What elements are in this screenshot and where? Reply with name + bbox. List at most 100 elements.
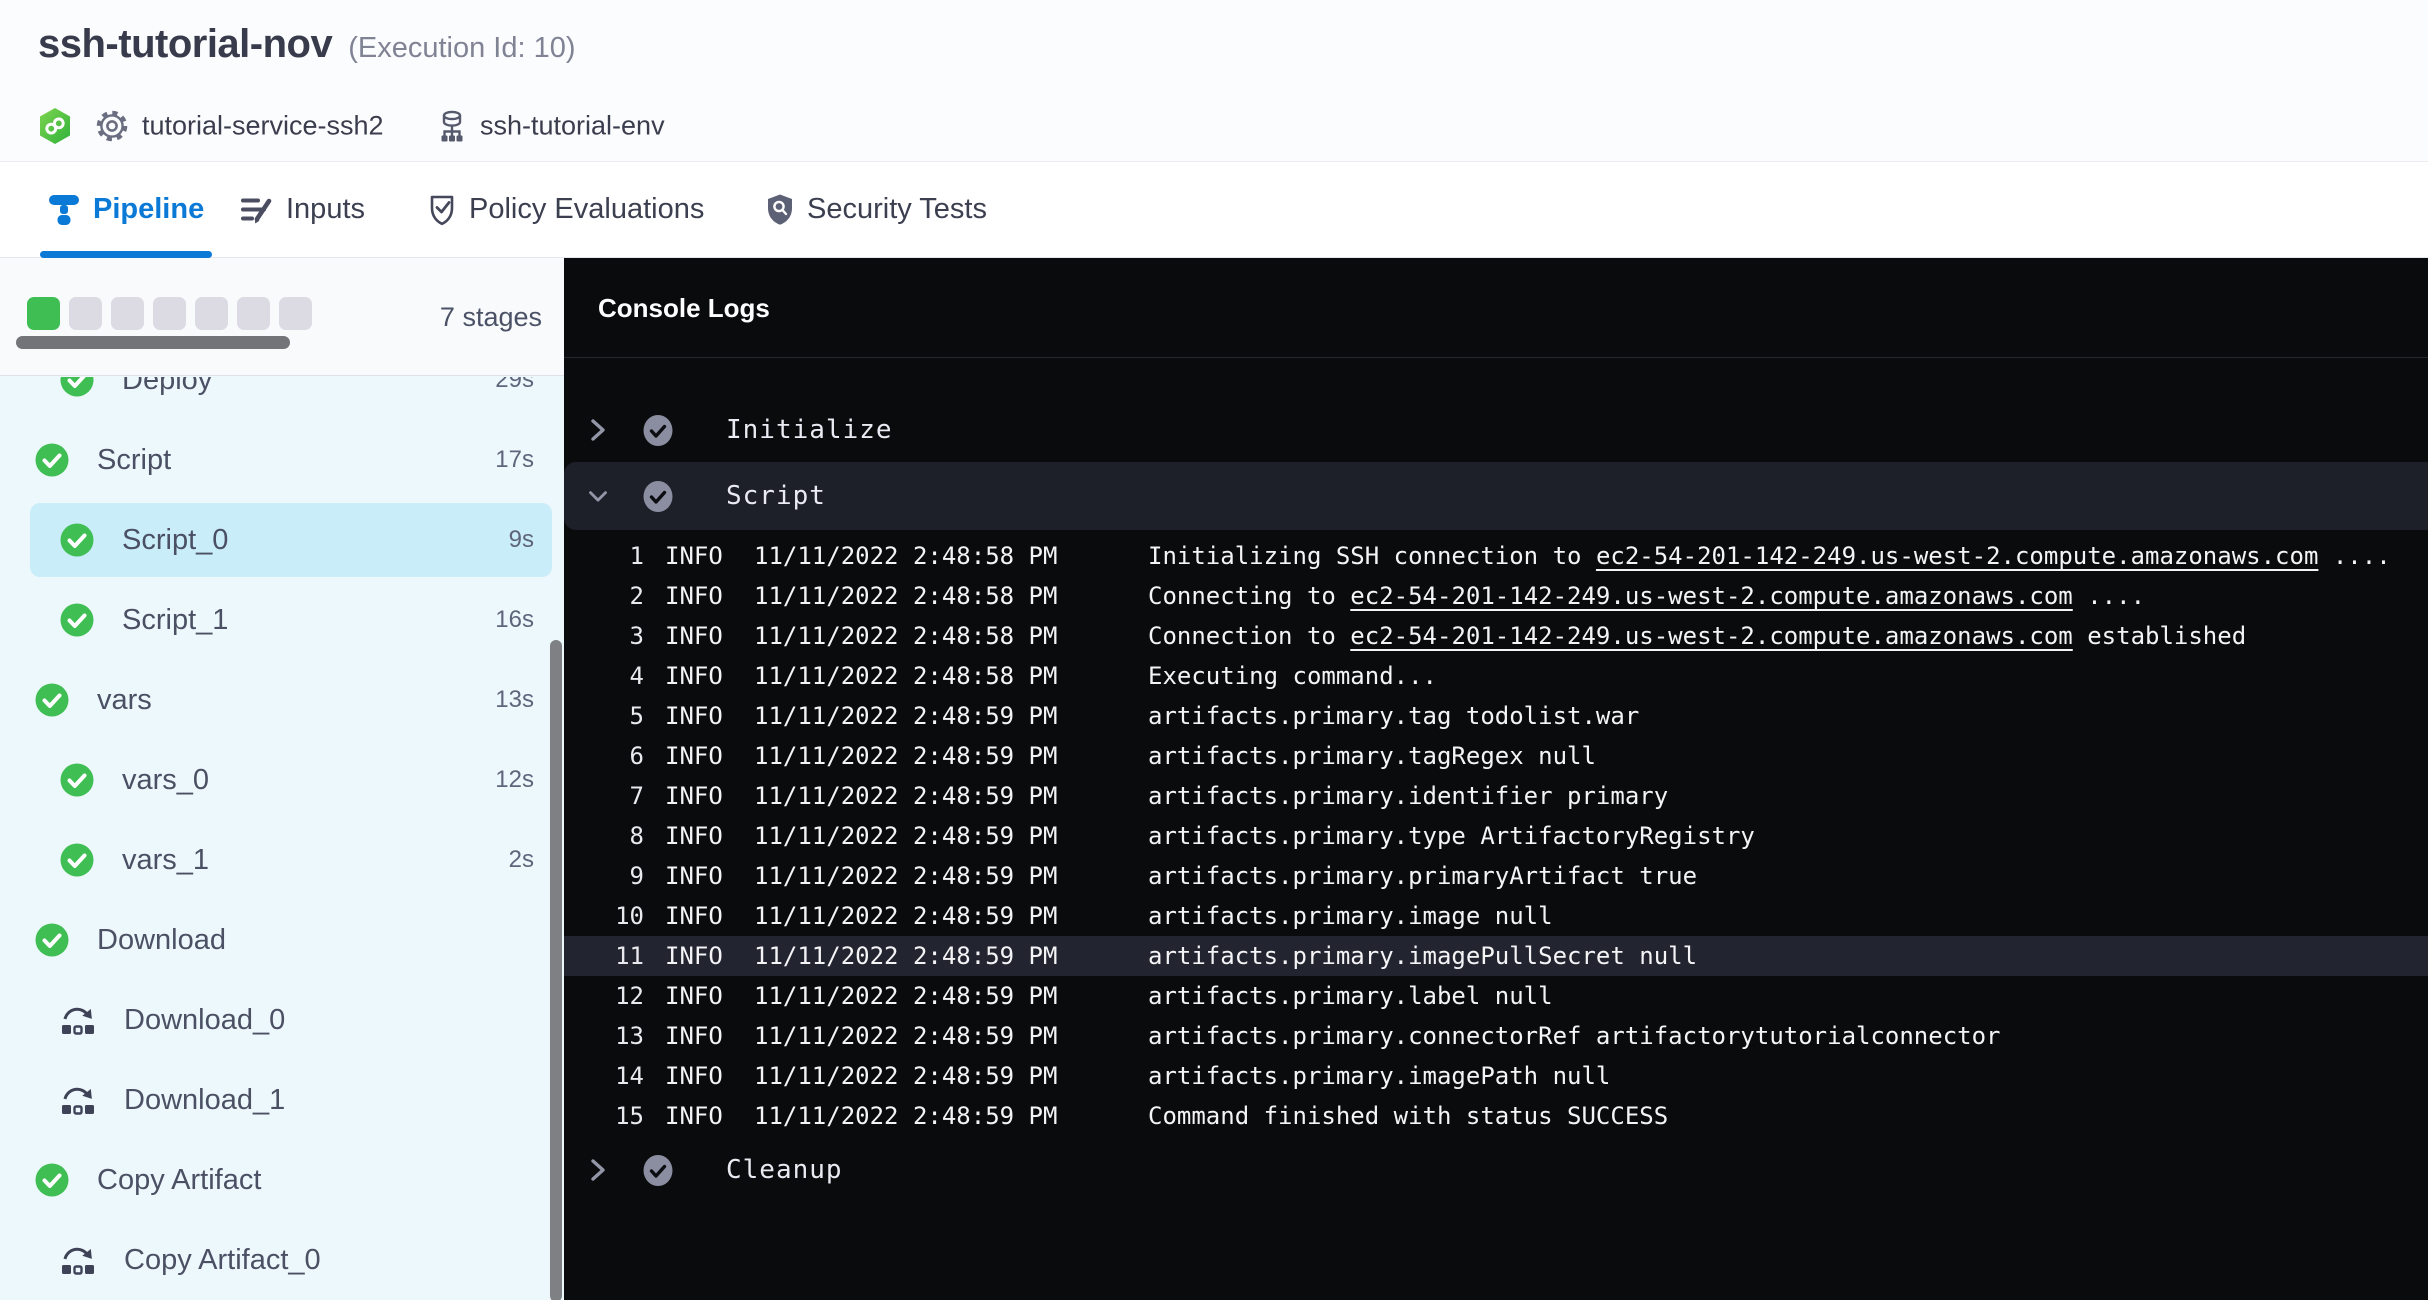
console-log-line-3: 3 INFO 11/11/2022 2:48:58 PM Connection … <box>564 616 2428 656</box>
log-message: artifacts.primary.tagRegex null <box>1148 742 2428 770</box>
stage-row-label: Script_0 <box>122 524 228 557</box>
log-message: Initializing SSH connection to ec2-54-20… <box>1148 542 2428 570</box>
horizontal-scrollbar[interactable] <box>16 336 290 349</box>
log-link[interactable]: ec2-54-201-142-249.us-west-2.compute.ama… <box>1350 582 2072 610</box>
tab-pipeline[interactable]: Pipeline <box>48 162 204 257</box>
stage-row-label: Copy Artifact <box>97 1164 261 1197</box>
console-log-line-8: 8 INFO 11/11/2022 2:48:59 PM artifacts.p… <box>564 816 2428 856</box>
log-level: INFO <box>644 782 754 810</box>
stage-row-highlight <box>30 377 552 417</box>
log-link[interactable]: ec2-54-201-142-249.us-west-2.compute.ama… <box>1350 622 2072 650</box>
console-log-line-14: 14 INFO 11/11/2022 2:48:59 PM artifacts.… <box>564 1056 2428 1096</box>
log-line-number: 6 <box>564 742 644 770</box>
log-message: artifacts.primary.identifier primary <box>1148 782 2428 810</box>
execution-meta-row: tutorial-service-ssh2 ssh-tutorial-env <box>38 104 938 148</box>
log-timestamp: 11/11/2022 2:48:58 PM <box>754 622 1148 650</box>
log-text: artifacts.primary.imagePullSecret null <box>1148 942 1697 970</box>
log-level: INFO <box>644 622 754 650</box>
log-text: Executing command... <box>1148 662 1437 690</box>
log-line-number: 12 <box>564 982 644 1010</box>
pipeline-icon <box>48 193 80 227</box>
stage-row-vars-0[interactable]: vars_0 12s <box>0 740 564 820</box>
stage-row-copy-artifact[interactable]: Copy Artifact <box>0 1140 564 1220</box>
log-line-number: 15 <box>564 1102 644 1130</box>
success-check-icon <box>35 443 69 477</box>
console-log-line-1: 1 INFO 11/11/2022 2:48:58 PM Initializin… <box>564 536 2428 576</box>
success-check-icon <box>60 377 94 397</box>
console-log-line-10: 10 INFO 11/11/2022 2:48:59 PM artifacts.… <box>564 896 2428 936</box>
log-timestamp: 11/11/2022 2:48:59 PM <box>754 1062 1148 1090</box>
log-level: INFO <box>644 542 754 570</box>
stages-sidebar: 7 stages Deploy 29s Script 17s Script_0 … <box>0 258 564 1300</box>
log-text: established <box>2073 622 2246 650</box>
chevron-right-icon <box>588 1158 608 1182</box>
service-name: tutorial-service-ssh2 <box>142 111 384 142</box>
stage-row-download-0[interactable]: Download_0 <box>0 980 564 1060</box>
stage-row-label: Script_1 <box>122 604 228 637</box>
log-text: .... <box>2318 542 2390 570</box>
stage-row-duration: 29s <box>495 377 534 394</box>
gear-icon <box>96 110 128 142</box>
log-link[interactable]: ec2-54-201-142-249.us-west-2.compute.ama… <box>1596 542 2318 570</box>
console-section-name: Cleanup <box>726 1155 843 1185</box>
log-timestamp: 11/11/2022 2:48:58 PM <box>754 582 1148 610</box>
section-expand-toggle[interactable] <box>588 486 608 506</box>
log-level: INFO <box>644 582 754 610</box>
console-section-initialize[interactable]: Initialize <box>564 410 2428 450</box>
console-panel: Console Logs Initialize Script Cleanup1 … <box>564 258 2428 1300</box>
log-timestamp: 11/11/2022 2:48:59 PM <box>754 782 1148 810</box>
stage-row-download-1[interactable]: Download_1 <box>0 1060 564 1140</box>
tab-security-tests[interactable]: Security Tests <box>766 162 987 257</box>
log-message: artifacts.primary.connectorRef artifacto… <box>1148 1022 2428 1050</box>
tab-policy-evaluations[interactable]: Policy Evaluations <box>428 162 704 257</box>
log-level: INFO <box>644 1102 754 1130</box>
success-check-icon <box>60 843 94 877</box>
log-line-number: 2 <box>564 582 644 610</box>
harness-service-icon <box>38 107 72 145</box>
log-message: Executing command... <box>1148 662 2428 690</box>
tab-label: Inputs <box>286 193 365 226</box>
log-timestamp: 11/11/2022 2:48:58 PM <box>754 662 1148 690</box>
log-message: artifacts.primary.image null <box>1148 902 2428 930</box>
page-title: ssh-tutorial-nov <box>38 22 332 67</box>
console-section-script[interactable]: Script <box>564 462 2428 530</box>
log-line-number: 11 <box>564 942 644 970</box>
log-line-number: 10 <box>564 902 644 930</box>
log-timestamp: 11/11/2022 2:48:59 PM <box>754 1102 1148 1130</box>
stage-row-vars-1[interactable]: vars_1 2s <box>0 820 564 900</box>
stage-row-highlight <box>30 823 552 897</box>
console-log-line-9: 9 INFO 11/11/2022 2:48:59 PM artifacts.p… <box>564 856 2428 896</box>
success-check-icon <box>60 603 94 637</box>
log-line-number: 8 <box>564 822 644 850</box>
stage-row-deploy[interactable]: Deploy 29s <box>0 377 564 420</box>
harness-service-icon <box>38 107 72 145</box>
vertical-scrollbar[interactable] <box>550 640 562 1300</box>
stage-row-copy-artifact-0[interactable]: Copy Artifact_0 <box>0 1220 564 1300</box>
log-line-number: 7 <box>564 782 644 810</box>
stage-row-duration: 2s <box>509 846 534 874</box>
policy-evaluations-icon <box>428 193 456 226</box>
log-line-number: 4 <box>564 662 644 690</box>
stage-row-download[interactable]: Download <box>0 900 564 980</box>
log-message: artifacts.primary.type ArtifactoryRegist… <box>1148 822 2428 850</box>
console-section-cleanup[interactable]: Cleanup <box>564 1150 2428 1190</box>
tab-inputs[interactable]: Inputs <box>240 162 365 257</box>
log-message: Connecting to ec2-54-201-142-249.us-west… <box>1148 582 2428 610</box>
stage-list: Deploy 29s Script 17s Script_0 9s Script… <box>0 377 564 1300</box>
stage-progress-bar <box>27 297 312 330</box>
stage-row-script-0[interactable]: Script_0 9s <box>0 500 564 580</box>
section-expand-toggle[interactable] <box>588 418 608 442</box>
stage-row-label: Script <box>97 444 171 477</box>
stage-row-vars[interactable]: vars 13s <box>0 660 564 740</box>
stage-row-label: vars_0 <box>122 764 209 797</box>
stages-progress-header: 7 stages <box>0 258 564 376</box>
section-expand-toggle[interactable] <box>588 1158 608 1182</box>
log-text: artifacts.primary.primaryArtifact true <box>1148 862 1697 890</box>
stage-row-script[interactable]: Script 17s <box>0 420 564 500</box>
progress-segment <box>153 297 186 330</box>
progress-segment <box>237 297 270 330</box>
stage-row-script-1[interactable]: Script_1 16s <box>0 580 564 660</box>
success-check-icon <box>35 923 69 957</box>
stage-count-label: 7 stages <box>440 258 542 376</box>
log-text: artifacts.primary.label null <box>1148 982 1553 1010</box>
